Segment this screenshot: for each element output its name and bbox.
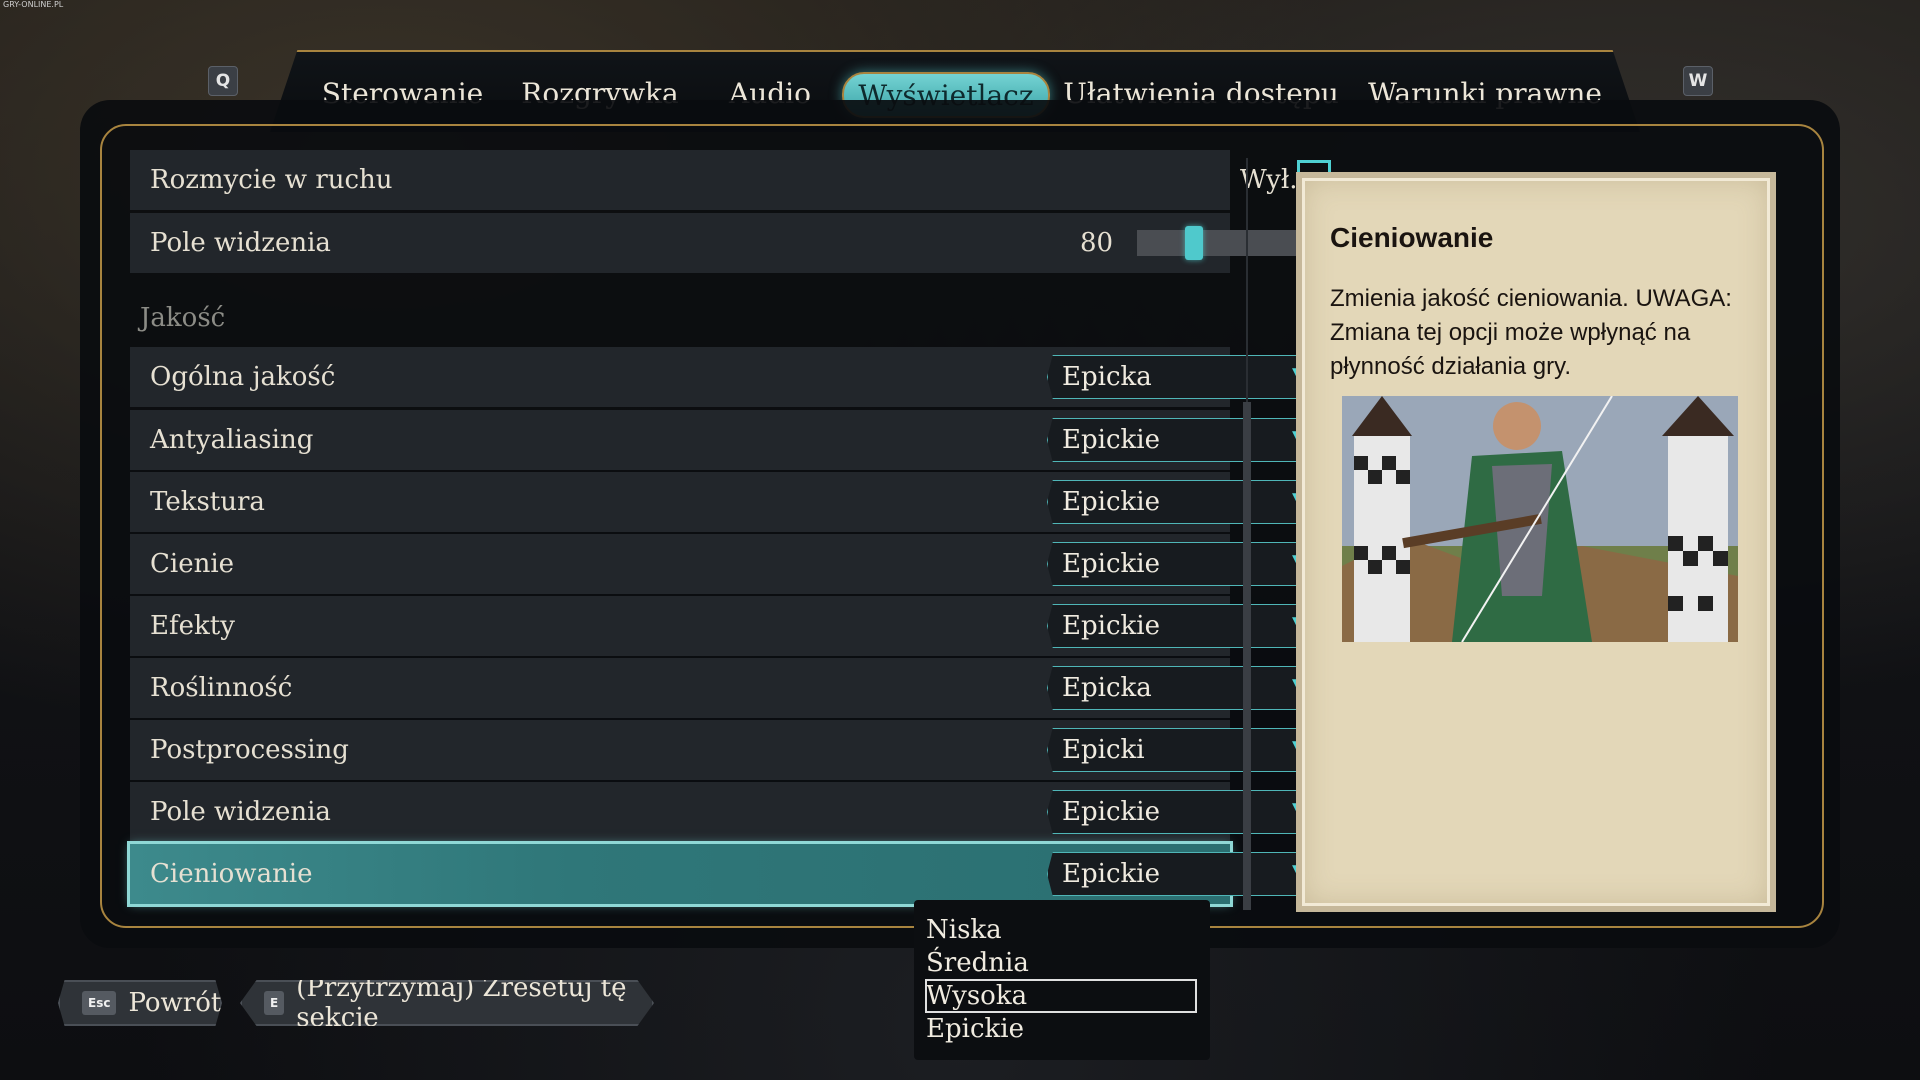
dropdown-value: Epickie <box>1062 549 1160 579</box>
setting-label: Efekty <box>150 611 235 641</box>
prev-tab-key-hint[interactable]: Q <box>208 66 238 96</box>
effects-dropdown[interactable]: Epickie ▼ <box>1047 604 1335 648</box>
back-button-label: Powrót <box>128 988 222 1018</box>
setting-row-shading[interactable]: Cieniowanie Epickie ▼ <box>127 841 1335 907</box>
info-card: Cieniowanie Zmienia jakość cieniowania. … <box>1296 172 1776 912</box>
setting-row-overall-quality[interactable]: Ogólna jakość Epicka ▼ <box>130 347 1335 407</box>
dropdown-value: Epickie <box>1062 487 1160 517</box>
scrollbar-thumb[interactable] <box>1243 402 1251 910</box>
preview-image <box>1342 396 1738 642</box>
setting-row-shadows[interactable]: Cienie Epickie ▼ <box>130 534 1335 594</box>
shading-dropdown[interactable]: Epickie ▼ <box>1047 852 1335 896</box>
quality-dropdown[interactable]: Epicka ▼ <box>1047 355 1335 399</box>
shading-options-list: Niska Średnia Wysoka Epickie <box>914 900 1210 1060</box>
info-card-description: Zmienia jakość cieniowania. UWAGA: Zmian… <box>1330 285 1732 380</box>
setting-row-texture[interactable]: Tekstura Epickie ▼ <box>130 472 1335 532</box>
next-tab-key-hint[interactable]: W <box>1683 66 1713 96</box>
toggle-state-text: Wył. <box>1240 165 1298 195</box>
view-distance-dropdown[interactable]: Epickie ▼ <box>1047 790 1335 834</box>
setting-label: Antyaliasing <box>150 425 314 455</box>
foliage-dropdown[interactable]: Epicka ▼ <box>1047 666 1335 710</box>
dropdown-value: Epickie <box>1062 425 1160 455</box>
setting-label: Roślinność <box>150 673 293 703</box>
watermark: GRY-ONLINE.PL <box>3 0 64 9</box>
fov-value: 80 <box>1080 228 1114 258</box>
setting-label: Cienie <box>150 549 235 579</box>
postprocessing-dropdown[interactable]: Epicki ▼ <box>1047 728 1335 772</box>
fov-slider-handle[interactable] <box>1185 226 1204 260</box>
setting-label: Pole widzenia <box>150 797 331 827</box>
option-epickie[interactable]: Epickie <box>926 1013 1196 1045</box>
setting-row-view-distance[interactable]: Pole widzenia Epickie ▼ <box>130 782 1335 842</box>
dropdown-value: Epickie <box>1062 611 1160 641</box>
setting-row-motion-blur[interactable]: Rozmycie w ruchu Wył. <box>130 150 1331 210</box>
option-niska[interactable]: Niska <box>926 914 1196 946</box>
dropdown-value: Epicka <box>1062 362 1152 392</box>
setting-label: Ogólna jakość <box>150 362 336 392</box>
info-card-title: Cieniowanie <box>1330 222 1494 253</box>
dropdown-value: Epickie <box>1062 797 1160 827</box>
setting-row-foliage[interactable]: Roślinność Epicka ▼ <box>130 658 1335 718</box>
setting-label: Rozmycie w ruchu <box>150 165 393 195</box>
dropdown-value: Epicka <box>1062 673 1152 703</box>
reset-section-label: (Przytrzymaj) Zresetuj tę sekcję <box>296 973 627 1033</box>
esc-key-hint: Esc <box>82 991 117 1015</box>
back-button[interactable]: Esc Powrót <box>58 980 222 1026</box>
antialiasing-dropdown[interactable]: Epickie ▼ <box>1047 418 1335 462</box>
dropdown-value: Epickie <box>1062 859 1160 889</box>
option-wysoka[interactable]: Wysoka <box>925 979 1197 1013</box>
setting-row-effects[interactable]: Efekty Epickie ▼ <box>130 596 1335 656</box>
e-key-hint: E <box>264 991 285 1015</box>
setting-label: Postprocessing <box>150 735 349 765</box>
option-srednia[interactable]: Średnia <box>926 947 1196 979</box>
setting-row-fov[interactable]: Pole widzenia 80 <box>130 213 1334 273</box>
setting-row-antialiasing[interactable]: Antyaliasing Epickie ▼ <box>130 410 1335 470</box>
shadows-dropdown[interactable]: Epickie ▼ <box>1047 542 1335 586</box>
reset-section-button[interactable]: E (Przytrzymaj) Zresetuj tę sekcję <box>240 980 654 1026</box>
setting-label: Tekstura <box>150 487 265 517</box>
shading-preview-illustration <box>1342 396 1738 642</box>
setting-label: Cieniowanie <box>150 859 313 889</box>
section-heading-quality: Jakość <box>140 303 226 333</box>
setting-label: Pole widzenia <box>150 228 331 258</box>
texture-dropdown[interactable]: Epickie ▼ <box>1047 480 1335 524</box>
dropdown-value: Epicki <box>1062 735 1145 765</box>
setting-row-postprocessing[interactable]: Postprocessing Epicki ▼ <box>130 720 1335 780</box>
